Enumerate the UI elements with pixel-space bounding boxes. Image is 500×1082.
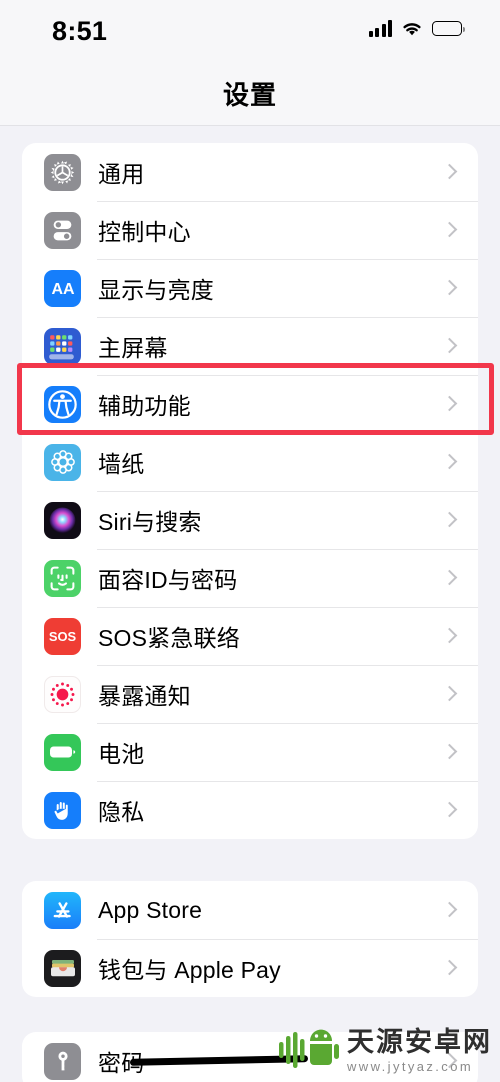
settings-row-wallpaper[interactable]: 墙纸 <box>22 433 478 491</box>
row-separator <box>97 723 478 724</box>
settings-group-store: App Store 钱包与 Apple Pay <box>22 881 478 997</box>
accessibility-icon <box>44 385 81 423</box>
row-separator <box>97 665 478 666</box>
home-screen-icon <box>44 327 81 365</box>
settings-row-home-screen[interactable]: 主屏幕 <box>22 317 478 375</box>
settings-row-label: 隐私 <box>98 799 145 825</box>
chevron-right-icon <box>441 743 458 760</box>
settings-row-general[interactable]: 通用 <box>22 143 478 201</box>
settings-row-label: 暴露通知 <box>98 683 191 709</box>
settings-row-label: SOS紧急联络 <box>98 625 240 651</box>
siri-icon <box>44 501 81 539</box>
face-id-icon <box>44 559 81 597</box>
status-bar-time: 8:51 <box>52 16 108 46</box>
display-brightness-icon: AA <box>44 269 81 307</box>
page-title: 设置 <box>222 80 277 110</box>
chevron-right-icon <box>441 395 458 412</box>
row-separator <box>97 433 478 434</box>
settings-row-label: 电池 <box>98 741 145 767</box>
chevron-right-icon <box>441 901 458 918</box>
settings-row-label: 辅助功能 <box>98 393 191 419</box>
status-bar-indicators <box>368 20 466 37</box>
chevron-right-icon <box>441 221 458 238</box>
settings-row-label: 面容ID与密码 <box>98 567 238 593</box>
settings-row-sos[interactable]: SOS SOS紧急联络 <box>22 607 478 665</box>
wallpaper-icon <box>44 443 81 481</box>
row-separator <box>97 317 478 318</box>
chevron-right-icon <box>441 627 458 644</box>
row-separator <box>97 607 478 608</box>
settings-row-label: Siri与搜索 <box>98 509 202 535</box>
battery-icon <box>44 733 81 771</box>
settings-row-siri-search[interactable]: Siri与搜索 <box>22 491 478 549</box>
chevron-right-icon <box>441 569 458 586</box>
settings-row-exposure-notifications[interactable]: 暴露通知 <box>22 665 478 723</box>
status-bar: 8:51 <box>0 0 500 62</box>
settings-row-label: 控制中心 <box>98 219 191 245</box>
privacy-hand-icon <box>44 791 81 829</box>
chevron-right-icon <box>441 801 458 818</box>
nav-bar: 设置 <box>0 62 500 126</box>
settings-row-label: 通用 <box>98 161 145 187</box>
row-separator <box>97 781 478 782</box>
row-separator <box>97 201 478 202</box>
watermark-url: www.jytyaz.com <box>347 1059 474 1074</box>
chevron-right-icon <box>441 685 458 702</box>
chevron-right-icon <box>441 337 458 354</box>
wallet-icon <box>44 949 81 987</box>
settings-row-control-center[interactable]: 控制中心 <box>22 201 478 259</box>
settings-row-display-brightness[interactable]: AA 显示与亮度 <box>22 259 478 317</box>
svg-text:AA: AA <box>51 281 75 298</box>
settings-row-wallet-apple-pay[interactable]: 钱包与 Apple Pay <box>22 939 478 997</box>
sos-icon: SOS <box>44 617 81 655</box>
settings-row-privacy[interactable]: 隐私 <box>22 781 478 839</box>
android-robot-icon <box>279 1029 339 1068</box>
settings-row-label: 钱包与 Apple Pay <box>98 957 281 983</box>
svg-text:SOS: SOS <box>49 629 77 644</box>
settings-row-accessibility[interactable]: 辅助功能 <box>22 375 478 433</box>
chevron-right-icon <box>441 163 458 180</box>
settings-row-face-id-passcode[interactable]: 面容ID与密码 <box>22 549 478 607</box>
row-separator <box>97 259 478 260</box>
settings-row-battery[interactable]: 电池 <box>22 723 478 781</box>
row-separator <box>97 939 478 940</box>
chevron-right-icon <box>441 279 458 296</box>
settings-row-label: 墙纸 <box>98 451 145 477</box>
gear-icon <box>44 153 81 191</box>
exposure-notification-icon <box>44 675 81 713</box>
chevron-right-icon <box>441 511 458 528</box>
control-center-icon <box>44 211 81 249</box>
settings-row-app-store[interactable]: App Store <box>22 881 478 939</box>
settings-scroll-area[interactable]: 通用 控制中心 AA 显示与亮度 主屏幕 辅助功能 墙纸 Siri与搜索 面容I… <box>0 127 500 1082</box>
chevron-right-icon <box>441 453 458 470</box>
key-icon <box>44 1042 81 1080</box>
wifi-icon <box>401 20 423 37</box>
settings-row-label: App Store <box>98 896 203 923</box>
row-separator <box>97 375 478 376</box>
watermark-name: 天源安卓网 <box>347 1027 492 1057</box>
row-separator <box>97 549 478 550</box>
app-store-icon <box>44 891 81 929</box>
settings-row-label: 显示与亮度 <box>98 277 214 303</box>
settings-group-system: 通用 控制中心 AA 显示与亮度 主屏幕 辅助功能 墙纸 Siri与搜索 面容I… <box>22 143 478 839</box>
battery-full-icon <box>432 21 466 36</box>
site-watermark: 天源安卓网 www.jytyaz.com <box>277 1026 492 1076</box>
cellular-signal-icon <box>368 20 392 37</box>
row-separator <box>97 491 478 492</box>
iphone-settings-screen: 8:51 设置 通用 控制中心 AA 显示与亮度 主屏幕 辅助功能 墙纸 Sir… <box>0 0 500 1082</box>
settings-row-label: 主屏幕 <box>98 335 168 361</box>
chevron-right-icon <box>441 959 458 976</box>
